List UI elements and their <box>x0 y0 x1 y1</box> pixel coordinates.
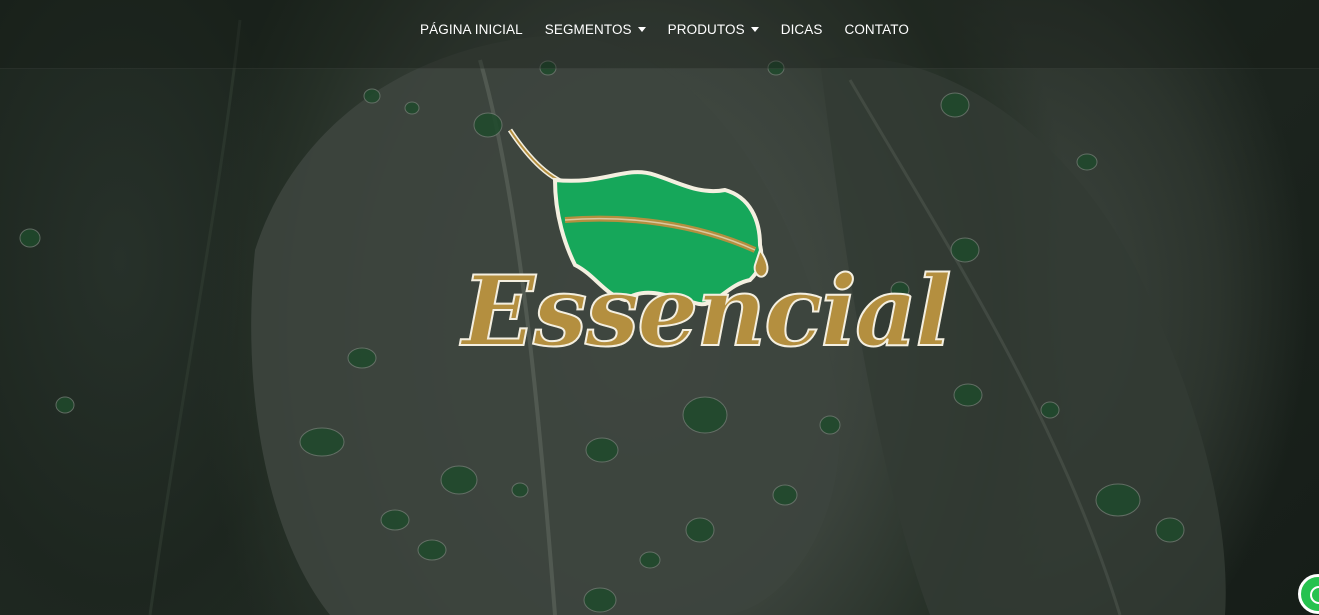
nav-item-label: PRODUTOS <box>667 22 745 37</box>
nav-item-segmentos[interactable]: SEGMENTOS <box>534 22 657 37</box>
nav-item-label: CONTATO <box>844 22 909 37</box>
nav-item-label: SEGMENTOS <box>544 22 632 37</box>
brand-logo-text: Essencial <box>461 254 953 369</box>
caret-down-icon <box>750 27 759 32</box>
nav-item-produtos[interactable]: PRODUTOS <box>657 22 770 37</box>
nav-item-dicas[interactable]: DICAS <box>770 22 834 37</box>
nav-item-pagina-inicial[interactable]: PÁGINA INICIAL <box>409 22 534 37</box>
main-navbar: PÁGINA INICIAL SEGMENTOS PRODUTOS DICAS … <box>0 0 1319 69</box>
nav-item-label: DICAS <box>780 22 823 37</box>
nav-menu: PÁGINA INICIAL SEGMENTOS PRODUTOS DICAS … <box>399 22 920 37</box>
caret-down-icon <box>637 27 646 32</box>
nav-item-contato[interactable]: CONTATO <box>833 22 919 37</box>
nav-item-label: PÁGINA INICIAL <box>420 22 523 37</box>
